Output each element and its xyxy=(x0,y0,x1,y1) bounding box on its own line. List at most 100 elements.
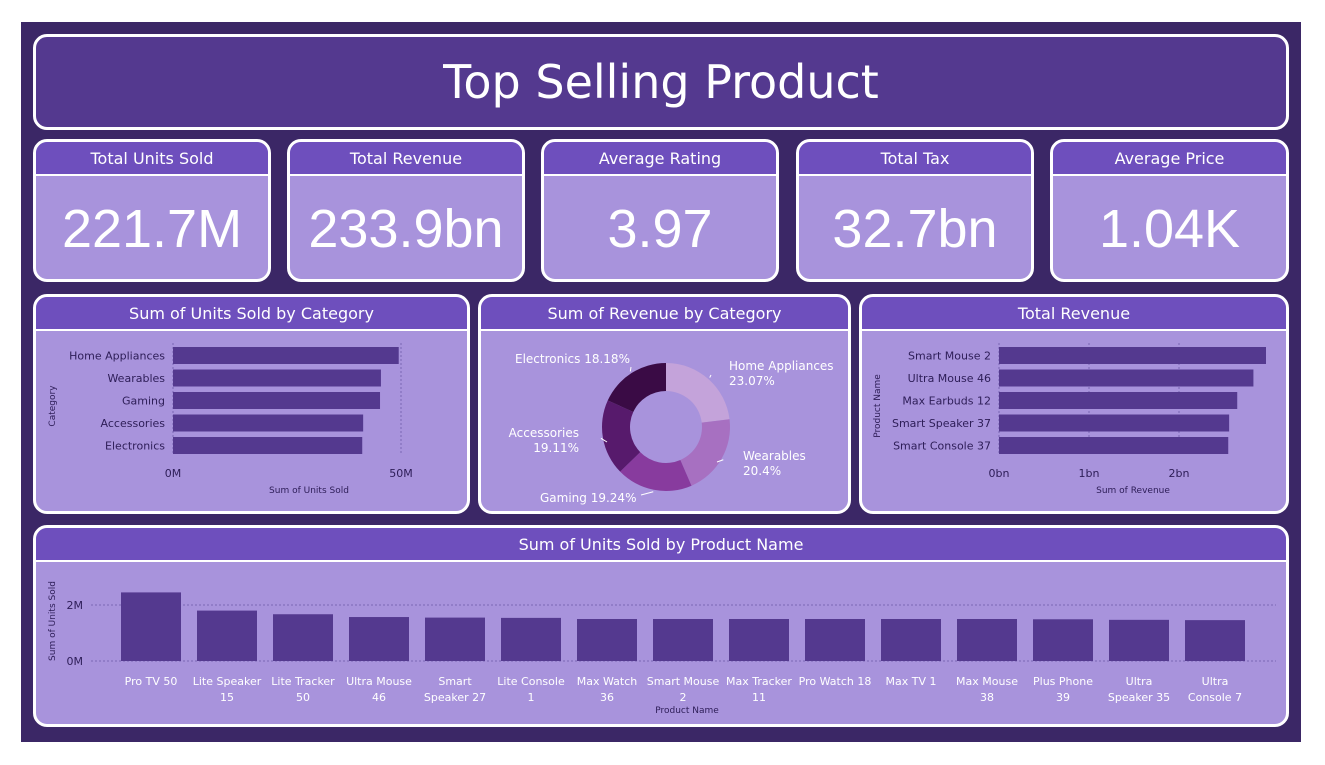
category-label: Max Watch xyxy=(577,675,638,688)
chart-title: Sum of Revenue by Category xyxy=(481,297,848,331)
slice-label: Wearables xyxy=(743,449,806,463)
bar[interactable] xyxy=(881,619,941,661)
category-label: 50 xyxy=(296,691,310,704)
bar[interactable] xyxy=(957,619,1017,661)
donut-slice[interactable] xyxy=(666,363,730,423)
category-label: Smart xyxy=(438,675,472,688)
category-label: Lite Console xyxy=(497,675,565,688)
bar[interactable] xyxy=(1109,619,1169,661)
revenue-by-category-card: Sum of Revenue by Category Home Applianc… xyxy=(478,294,851,514)
kpi-card-price: Average Price 1.04K xyxy=(1050,139,1289,282)
bar[interactable] xyxy=(273,614,333,661)
category-label: Ultra Mouse 46 xyxy=(908,372,991,385)
x-axis-title: Sum of Revenue xyxy=(1096,486,1170,496)
category-label: 38 xyxy=(980,691,994,704)
category-label: Pro Watch 18 xyxy=(799,675,872,688)
category-label: Pro TV 50 xyxy=(125,675,178,688)
kpi-card-tax: Total Tax 32.7bn xyxy=(796,139,1034,282)
category-label: Accessories xyxy=(101,417,166,430)
category-label: 36 xyxy=(600,691,614,704)
category-label: 15 xyxy=(220,691,234,704)
leader-line xyxy=(629,366,632,372)
bar[interactable] xyxy=(999,414,1230,432)
y-tick-label: 2M xyxy=(67,599,84,612)
category-label: Console 7 xyxy=(1188,691,1242,704)
kpi-value: 221.7M xyxy=(61,199,243,259)
leader-line xyxy=(709,374,712,378)
bar[interactable] xyxy=(349,617,409,661)
slice-label: Accessories xyxy=(509,426,579,440)
category-label: Speaker 27 xyxy=(424,691,486,704)
units-by-category-card: Sum of Units Sold by Category Category H… xyxy=(33,294,470,514)
x-tick-label: 0bn xyxy=(989,467,1010,480)
chart-title: Sum of Units Sold by Category xyxy=(36,297,467,331)
kpi-label: Total Units Sold xyxy=(36,142,268,176)
bar[interactable] xyxy=(173,369,381,387)
kpi-value: 3.97 xyxy=(607,199,713,259)
bar[interactable] xyxy=(173,347,399,364)
bar[interactable] xyxy=(425,617,485,661)
bar[interactable] xyxy=(577,619,637,661)
bar[interactable] xyxy=(1185,620,1245,661)
dashboard-canvas: Top Selling Product Total Units Sold 221… xyxy=(21,22,1301,742)
kpi-card-revenue: Total Revenue 233.9bn xyxy=(287,139,525,282)
x-tick-label: 2bn xyxy=(1169,467,1190,480)
bar[interactable] xyxy=(999,392,1238,409)
page-title: Top Selling Product xyxy=(443,55,879,109)
bar[interactable] xyxy=(999,347,1266,364)
bar[interactable] xyxy=(173,437,363,454)
units-by-category-chart: Category Home Appliances Wearables Gaming A… xyxy=(48,343,413,496)
x-tick-label: 1bn xyxy=(1079,467,1100,480)
bar[interactable] xyxy=(501,617,561,661)
chart-title: Total Revenue xyxy=(862,297,1286,331)
category-label: 46 xyxy=(372,691,386,704)
category-label: Gaming xyxy=(122,395,165,408)
kpi-value: 32.7bn xyxy=(832,199,998,259)
bar[interactable] xyxy=(121,592,181,661)
bar[interactable] xyxy=(999,437,1229,454)
category-label: Lite Tracker xyxy=(271,675,335,688)
title-card: Top Selling Product xyxy=(33,34,1289,130)
category-label: Electronics xyxy=(105,440,165,453)
category-label: Ultra xyxy=(1126,675,1153,688)
y-axis-title: Sum of Units Sold xyxy=(48,581,58,661)
x-axis-title: Sum of Units Sold xyxy=(269,486,349,496)
category-label: Ultra Mouse xyxy=(346,675,412,688)
kpi-label: Total Tax xyxy=(799,142,1031,176)
bar[interactable] xyxy=(729,619,789,661)
chart-title: Sum of Units Sold by Product Name xyxy=(36,528,1286,562)
bar[interactable] xyxy=(999,369,1254,387)
kpi-card-units: Total Units Sold 221.7M xyxy=(33,139,271,282)
x-axis-title: Product Name xyxy=(655,706,719,716)
bar[interactable] xyxy=(173,392,381,409)
y-axis-title: Product Name xyxy=(873,374,883,438)
slice-value: 23.07% xyxy=(729,374,775,388)
category-label: 2 xyxy=(680,691,687,704)
units-by-product-card: Sum of Units Sold by Product Name Sum of… xyxy=(33,525,1289,727)
kpi-value: 1.04K xyxy=(1098,199,1241,259)
x-tick-label: 50M xyxy=(389,467,413,480)
category-label: Max TV 1 xyxy=(886,675,937,688)
bar[interactable] xyxy=(173,414,364,432)
total-revenue-chart: Product Name Smart Mouse 2 Ultra Mouse 46… xyxy=(873,343,1266,496)
category-label: Max Tracker xyxy=(726,675,792,688)
slice-label: Gaming 19.24% xyxy=(540,491,636,505)
bar[interactable] xyxy=(1033,619,1093,661)
category-label: Lite Speaker xyxy=(193,675,262,688)
category-label: 39 xyxy=(1056,691,1070,704)
leader-line xyxy=(640,491,654,496)
donut-slice[interactable] xyxy=(680,419,730,486)
kpi-label: Total Revenue xyxy=(290,142,522,176)
bar[interactable] xyxy=(653,619,713,661)
bar[interactable] xyxy=(805,619,865,661)
x-tick-label: 0M xyxy=(165,467,182,480)
category-label: Wearables xyxy=(107,372,165,385)
kpi-label: Average Price xyxy=(1053,142,1286,176)
bar[interactable] xyxy=(197,610,257,661)
category-label: 1 xyxy=(528,691,535,704)
category-label: Smart Mouse 2 xyxy=(908,350,991,363)
category-label: Smart Mouse xyxy=(647,675,720,688)
revenue-by-category-chart: Home Appliances23.07% Wearables20.4% Gamin… xyxy=(509,352,834,505)
kpi-label: Average Rating xyxy=(544,142,776,176)
category-label: Speaker 35 xyxy=(1108,691,1170,704)
